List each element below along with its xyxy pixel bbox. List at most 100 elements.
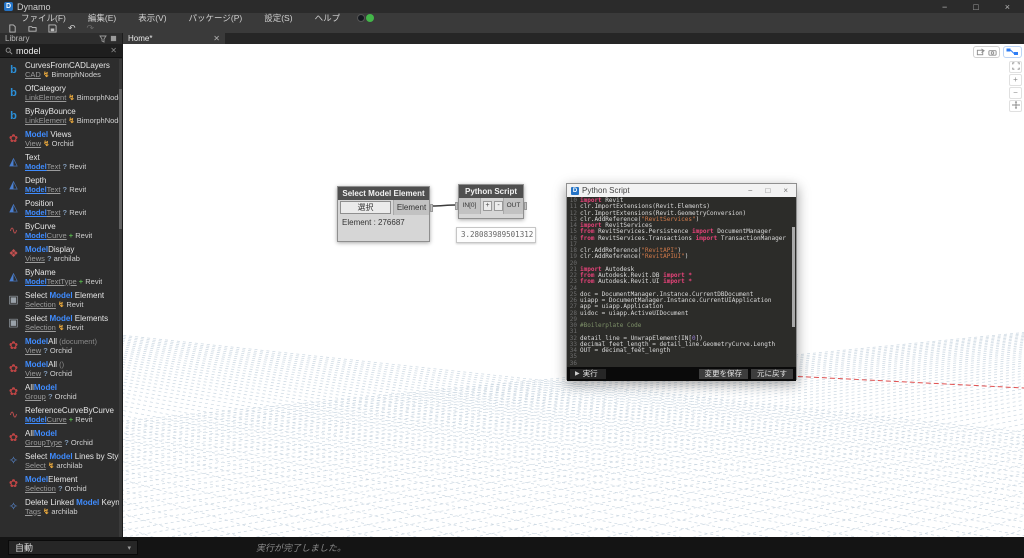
library-item[interactable]: bCurvesFromCADLayersCAD ↯ BimorphNodes (0, 58, 122, 81)
zoom-out-button[interactable]: − (1009, 87, 1022, 99)
save-changes-button[interactable]: 変更を保存 (699, 369, 749, 379)
out-output-port[interactable]: OUT (503, 198, 523, 214)
element-port-nub[interactable] (430, 204, 433, 212)
open-file-icon[interactable] (28, 24, 37, 33)
maximize-button[interactable]: □ (973, 2, 978, 12)
library-item[interactable]: ◭TextModelText ? Revit (0, 150, 122, 173)
select-cursor-icon: ▣ (6, 293, 21, 307)
tabbar: Home* ✕ (123, 33, 1024, 44)
library-scrollbar[interactable] (119, 59, 122, 537)
notifications-icon[interactable] (357, 14, 365, 22)
dynamo-app-icon: D (4, 2, 13, 11)
select-model-element-node[interactable]: Select Model Element 選択 Element Element … (337, 186, 430, 242)
model-text-icon: ◭ (6, 270, 21, 284)
library-item[interactable]: ▣Select Model ElementsSelection ↯ Revit (0, 311, 122, 334)
library-item-subtitle: View ↯ Orchid (25, 139, 74, 148)
library-item-subtitle: ModelTextType + Revit (25, 277, 102, 286)
library-item[interactable]: ◭ByNameModelTextType + Revit (0, 265, 122, 288)
library-item-subtitle: ModelText ? Revit (25, 208, 86, 217)
library-item[interactable]: ✿Model ViewsView ↯ Orchid (0, 127, 122, 150)
library-item-title: Select Model Element (25, 291, 104, 300)
graph-canvas[interactable]: Select Model Element 選択 Element Element … (123, 44, 1024, 537)
question-icon: ? (64, 438, 69, 447)
library-item-title: Delete Linked Model Keynote Tags (25, 498, 122, 507)
library-item[interactable]: ✿ModelElementSelection ? Orchid (0, 472, 122, 495)
library-item[interactable]: ▣ Select Model ElementSelection ↯ Revit (0, 288, 122, 311)
library-item[interactable]: ✿ModelAll (document)View ? Orchid (0, 334, 122, 357)
library-item[interactable]: ✧Delete Linked Model Keynote TagsTags ↯ … (0, 495, 122, 518)
remove-input-button[interactable]: - (494, 201, 503, 211)
library-item-subtitle: View ? Orchid (25, 346, 97, 355)
new-file-icon[interactable] (8, 24, 17, 33)
library-item[interactable]: ✧Select Model Lines by StyleSelect ↯ arc… (0, 449, 122, 472)
tab-home[interactable]: Home* ✕ (123, 33, 225, 44)
library-item[interactable]: ❖ModelDisplayViews ? archilab (0, 242, 122, 265)
graph-view-toggle[interactable] (1003, 46, 1022, 58)
library-item-title: ModelAll () (25, 360, 72, 369)
fit-view-button[interactable] (1009, 61, 1022, 73)
node-title[interactable]: Select Model Element (338, 187, 429, 200)
node-title[interactable]: Python Script (459, 185, 523, 198)
code-editor-area[interactable]: 10import Revit11clr.ImportExtensions(Rev… (567, 197, 796, 367)
editor-bottom-bar: ▶ 実行 変更を保存 元に戻す (567, 367, 796, 381)
library-item[interactable]: ✿ModelAll ()View ? Orchid (0, 357, 122, 380)
library-item[interactable]: bOfCategoryLinkElement ↯ BimorphNodes (0, 81, 122, 104)
window-title: Dynamo (17, 2, 51, 12)
graph-nodes-icon (1006, 48, 1019, 56)
add-input-button[interactable]: + (483, 201, 492, 211)
camera-icon[interactable] (987, 47, 1000, 57)
run-button[interactable]: ▶ 実行 (570, 369, 606, 379)
library-item[interactable]: ∿ByCurveModelCurve + Revit (0, 219, 122, 242)
library-item[interactable]: ✿AllModelGroupType ? Orchid (0, 426, 122, 449)
editor-scrollbar[interactable] (792, 227, 795, 327)
select-button[interactable]: 選択 (340, 201, 391, 214)
python-script-editor-window[interactable]: D Python Script − □ × 10import Revit11cl… (566, 183, 797, 380)
output-preview-bubble[interactable]: 3.28083989501312 (456, 227, 536, 243)
tab-close-icon[interactable]: ✕ (213, 34, 220, 43)
editor-close-button[interactable]: × (783, 186, 788, 195)
orchid-flower-icon: ✿ (6, 385, 21, 399)
search-clear-icon[interactable]: ✕ (110, 46, 117, 55)
search-input[interactable]: model ✕ (0, 44, 122, 58)
signin-status-icon[interactable] (366, 14, 374, 22)
library-item[interactable]: ∿ReferenceCurveByCurveModelCurve + Revit (0, 403, 122, 426)
tab-home-label: Home* (128, 34, 152, 43)
plus-icon: + (69, 415, 73, 424)
layout-icon[interactable] (110, 35, 117, 42)
menubar: ファイル(F) 編集(E) 表示(V) パッケージ(P) 設定(S) ヘルプ (0, 13, 1024, 23)
library-item[interactable]: ✿AllModelGroup ? Orchid (0, 380, 122, 403)
library-item-subtitle: ModelCurve + Revit (25, 231, 92, 240)
minimize-button[interactable]: − (942, 2, 947, 12)
zoom-in-button[interactable]: + (1009, 74, 1022, 86)
python-script-node[interactable]: Python Script IN[0] + - OUT (458, 184, 524, 219)
library-item-title: CurvesFromCADLayers (25, 61, 110, 70)
library-item-title: AllModel (25, 429, 93, 438)
library-item-title: ModelAll (document) (25, 337, 97, 346)
library-item[interactable]: bByRayBounceLinkElement ↯ BimorphNodes (0, 104, 122, 127)
question-icon: ? (63, 185, 68, 194)
library-item[interactable]: ◭PositionModelText ? Revit (0, 196, 122, 219)
out-port-nub[interactable] (524, 202, 527, 210)
element-output-port[interactable]: Element (393, 200, 429, 215)
library-item-subtitle: Selection ↯ Revit (25, 300, 104, 309)
pan-button[interactable] (1009, 100, 1022, 112)
editor-maximize-button[interactable]: □ (765, 186, 770, 195)
library-item-title: ByRayBounce (25, 107, 122, 116)
library-title: Library (5, 34, 29, 43)
run-mode-dropdown[interactable]: 自動 ▾ (8, 540, 138, 555)
display-icon: ❖ (6, 247, 21, 261)
editor-titlebar[interactable]: D Python Script − □ × (567, 184, 796, 197)
export-geometry-icon[interactable] (974, 47, 987, 57)
library-item[interactable]: ◭DepthModelText ? Revit (0, 173, 122, 196)
in0-input-port[interactable]: IN[0] (459, 198, 481, 214)
undo-icon[interactable]: ↶ (68, 24, 76, 33)
lightning-icon: ↯ (58, 323, 64, 332)
library-item-title: Depth (25, 176, 86, 185)
filter-icon[interactable] (99, 35, 107, 43)
close-button[interactable]: × (1005, 2, 1010, 12)
editor-minimize-button[interactable]: − (748, 186, 753, 195)
in-port-nub[interactable] (455, 202, 458, 210)
library-item-subtitle: Selection ↯ Revit (25, 323, 108, 332)
save-icon[interactable] (48, 24, 57, 33)
revert-button[interactable]: 元に戻す (751, 369, 793, 379)
